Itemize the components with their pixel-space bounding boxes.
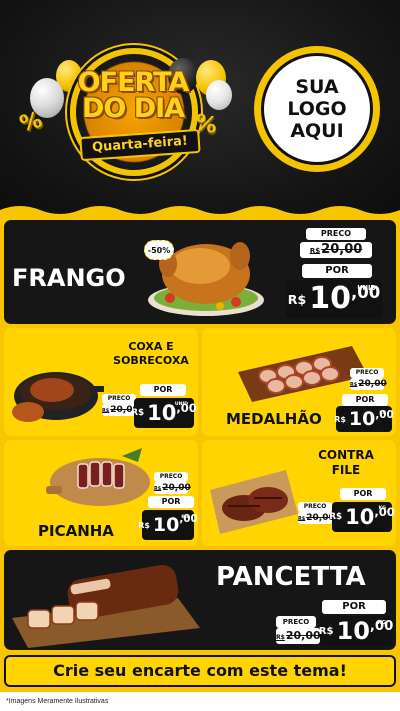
cta-banner[interactable]: Crie seu encarte com este tema!: [4, 655, 396, 687]
currency-symbol: R$: [154, 486, 162, 492]
offer-title-line2: DO DIA: [81, 93, 185, 124]
por-label: POR: [302, 264, 372, 278]
price-unit: UNID: [174, 402, 188, 407]
logo-placeholder: SUA LOGO AQUI: [254, 46, 380, 172]
currency-symbol: R$: [138, 520, 150, 530]
price-unit: KG: [379, 410, 386, 415]
preco-label: PRECO: [298, 502, 332, 512]
current-price: R$ 10 ,00 UNID: [131, 398, 197, 428]
product-card-medalhao[interactable]: PRECO R$20,00 POR MEDALHÃO R$ 10 ,00 KG: [202, 328, 396, 436]
price-integer: 10: [348, 407, 376, 430]
offers-section: FRANGO -50% PRECO R$20,00 POR R$ 10 ,00 …: [0, 214, 400, 711]
por-label: POR: [340, 488, 386, 500]
current-price: R$ 10 ,00 KG: [138, 510, 198, 540]
preco-label: PRECO: [306, 228, 366, 240]
logo-line1: SUA: [295, 76, 339, 98]
header-banner: % % OFERTA DO DIA Quarta-feira! SUA LOGO…: [0, 0, 400, 215]
preco-label: PRECO: [276, 616, 316, 628]
currency-symbol: R$: [276, 634, 285, 641]
product-name: CONTRA FILE: [306, 448, 386, 478]
por-label: POR: [322, 600, 386, 614]
product-name-line2: FILE: [331, 463, 361, 477]
old-price-value: 20,00: [321, 242, 363, 257]
old-price: R$20,00: [154, 482, 191, 494]
logo-line3: AQUI: [290, 120, 344, 142]
picanha-board-image: [46, 448, 150, 506]
current-price: R$ 10 ,00 KG: [329, 502, 395, 532]
discount-badge: -50%: [144, 240, 174, 260]
old-price: R$20,00: [300, 242, 372, 258]
por-label: POR: [140, 384, 186, 396]
old-price: R$20,00: [276, 628, 321, 644]
currency-symbol: R$: [334, 414, 346, 424]
product-card-pancetta[interactable]: PANCETTA POR PRECO R$20,00 R$ 10 ,00 KG: [4, 550, 396, 650]
disclaimer-text: *Imagens Meramente Ilustrativas: [0, 692, 400, 711]
currency-symbol: R$: [318, 625, 334, 637]
price-integer: 10: [336, 617, 370, 645]
currency-symbol: R$: [131, 408, 145, 418]
current-price: R$ 10 ,00 KG: [334, 406, 394, 432]
product-name: PICANHA: [38, 522, 114, 540]
product-name: COXA E SOBRECOXA: [108, 340, 194, 368]
old-price-value: 20,00: [358, 379, 387, 389]
product-name: MEDALHÃO: [226, 410, 322, 428]
product-card-picanha[interactable]: PRECO R$20,00 POR PICANHA R$ 10 ,00 KG: [4, 440, 198, 546]
old-price-value: 20,00: [285, 629, 321, 642]
product-card-contra-file[interactable]: CONTRA FILE POR PRECO R$20,00 R$ 10 ,00 …: [202, 440, 396, 546]
price-unit: KG: [181, 514, 188, 519]
chicken-leg-pan-image: [12, 372, 104, 422]
offer-title: OFERTA DO DIA: [48, 69, 218, 124]
pancetta-board-image: [12, 564, 200, 648]
currency-symbol: R$: [309, 246, 321, 255]
currency-symbol: R$: [102, 408, 110, 414]
contra-file-steaks-image: [210, 470, 298, 534]
currency-symbol: R$: [298, 516, 306, 522]
old-price-value: 20,00: [162, 483, 191, 493]
currency-symbol: R$: [287, 291, 307, 307]
product-name: PANCETTA: [216, 562, 366, 592]
product-name-line1: CONTRA: [318, 448, 374, 462]
logo-line2: LOGO: [287, 98, 347, 120]
preco-label: PRECO: [154, 472, 188, 482]
price-unit: UNID: [357, 284, 376, 292]
currency-symbol: R$: [350, 382, 358, 388]
price-integer: 10: [147, 400, 177, 425]
price-integer: 10: [345, 504, 375, 529]
price-unit: KG: [377, 620, 386, 626]
preco-label: PRECO: [102, 394, 136, 404]
old-price: R$20,00: [350, 378, 387, 390]
current-price: R$ 10 ,00 KG: [318, 616, 393, 646]
logo-text: SUA LOGO AQUI: [261, 53, 373, 165]
price-unit: KG: [378, 506, 386, 511]
product-name-line1: COXA E: [128, 340, 174, 353]
old-price: R$20,00: [298, 512, 335, 524]
price-integer: 10: [309, 281, 351, 316]
price-integer: 10: [152, 513, 180, 536]
currency-symbol: R$: [329, 512, 343, 522]
current-price: R$ 10 ,00 UNID: [286, 280, 382, 318]
product-card-frango[interactable]: FRANGO -50% PRECO R$20,00 POR R$ 10 ,00 …: [4, 220, 396, 324]
por-label: POR: [148, 496, 194, 508]
product-name-line2: SOBRECOXA: [113, 354, 189, 367]
product-name: FRANGO: [12, 264, 126, 292]
preco-label: PRECO: [350, 368, 384, 378]
por-label: POR: [342, 394, 388, 406]
product-card-coxa-sobrecoxa[interactable]: COXA E SOBRECOXA PRECO R$20,00 POR R$ 10…: [4, 328, 198, 436]
